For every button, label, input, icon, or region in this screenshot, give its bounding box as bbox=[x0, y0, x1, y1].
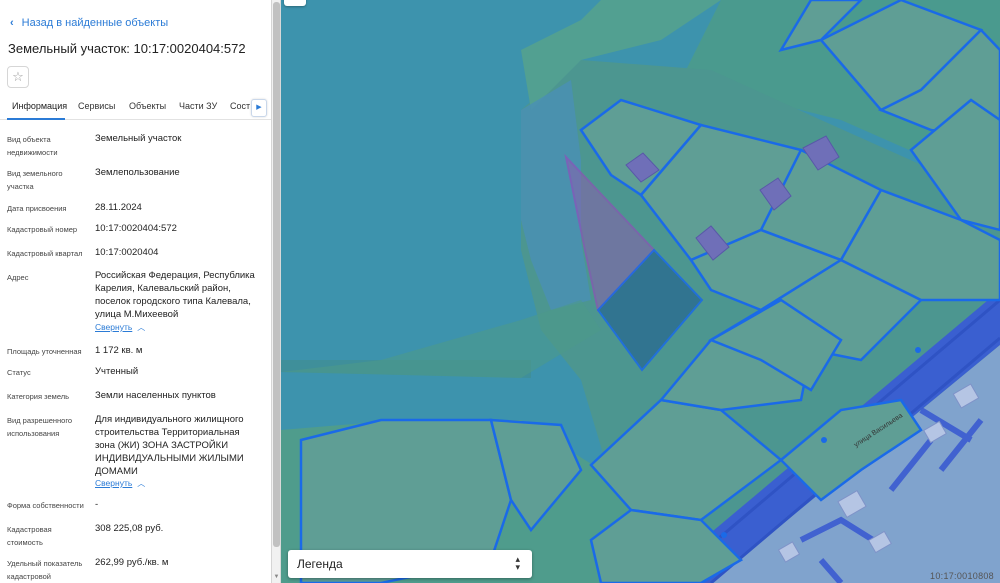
map-canvas[interactable] bbox=[281, 0, 1000, 583]
row-value-cadastral-number: 10:17:0020404:572 bbox=[95, 223, 177, 234]
row-value-specific-index: 262,99 руб./кв. м bbox=[95, 557, 169, 568]
row-label-ownership: Форма собственности bbox=[7, 501, 84, 510]
property-list: Вид объекта недвижимости Земельный участ… bbox=[0, 0, 271, 583]
permitted-use-collapse-link[interactable]: Свернуть ︿ bbox=[95, 478, 145, 489]
row-value-area: 1 172 кв. м bbox=[95, 345, 143, 356]
row-label-parcel-type: Вид земельного участка bbox=[7, 169, 63, 191]
cadastral-map[interactable]: улица Васильева Легенда ▴ ▾ 10:17:0010808 bbox=[281, 0, 1000, 583]
legend-label: Легенда bbox=[297, 557, 343, 571]
info-sidebar: ‹ Назад в найденные объекты Земельный уч… bbox=[0, 0, 272, 583]
sidebar-scrollbar[interactable]: ▼ bbox=[272, 0, 281, 583]
row-label-object-type: Вид объекта недвижимости bbox=[7, 135, 58, 157]
collapse-label: Свернуть bbox=[95, 322, 133, 332]
row-value-land-category: Земли населенных пунктов bbox=[95, 390, 216, 401]
row-value-assign-date: 28.11.2024 bbox=[95, 202, 142, 213]
row-label-cadastral-quarter: Кадастровый квартал bbox=[7, 249, 83, 258]
map-cadastral-code: 10:17:0010808 bbox=[930, 571, 994, 581]
row-label-permitted-use: Вид разрешенного использования bbox=[7, 416, 73, 438]
row-label-address: Адрес bbox=[7, 273, 29, 282]
scrollbar-thumb[interactable] bbox=[273, 2, 280, 547]
scroll-down-icon[interactable]: ▼ bbox=[273, 573, 280, 581]
row-value-ownership: - bbox=[95, 499, 99, 510]
row-value-address: Российская Федерация, Республика Карелия… bbox=[95, 270, 255, 320]
collapse-label: Свернуть bbox=[95, 478, 133, 488]
chevron-up-icon: ︿ bbox=[137, 323, 146, 332]
map-control-button[interactable] bbox=[284, 0, 306, 6]
row-label-land-category: Категория земель bbox=[7, 392, 70, 401]
row-value-cadastral-value: 308 225,08 руб. bbox=[95, 523, 164, 534]
row-label-status: Статус bbox=[7, 368, 31, 377]
expand-collapse-icon: ▴ ▾ bbox=[515, 554, 520, 572]
row-label-cadastral-value: Кадастровая стоимость bbox=[7, 525, 52, 547]
chevron-up-icon: ︿ bbox=[137, 479, 146, 488]
row-value-status: Учтенный bbox=[95, 366, 139, 377]
row-value-object-type: Земельный участок bbox=[95, 133, 182, 144]
row-value-parcel-type: Землепользование bbox=[95, 167, 180, 178]
row-label-specific-index: Удельный показатель кадастровой bbox=[7, 559, 83, 581]
row-label-assign-date: Дата присвоения bbox=[7, 204, 67, 213]
legend-dropdown[interactable]: Легенда ▴ ▾ bbox=[288, 550, 532, 578]
address-collapse-link[interactable]: Свернуть ︿ bbox=[95, 322, 145, 333]
row-label-cadastral-number: Кадастровый номер bbox=[7, 225, 78, 234]
row-value-cadastral-quarter: 10:17:0020404 bbox=[95, 247, 159, 258]
row-value-permitted-use: Для индивидуального жилищного строительс… bbox=[95, 414, 244, 477]
row-label-area: Площадь уточненная bbox=[7, 347, 82, 356]
